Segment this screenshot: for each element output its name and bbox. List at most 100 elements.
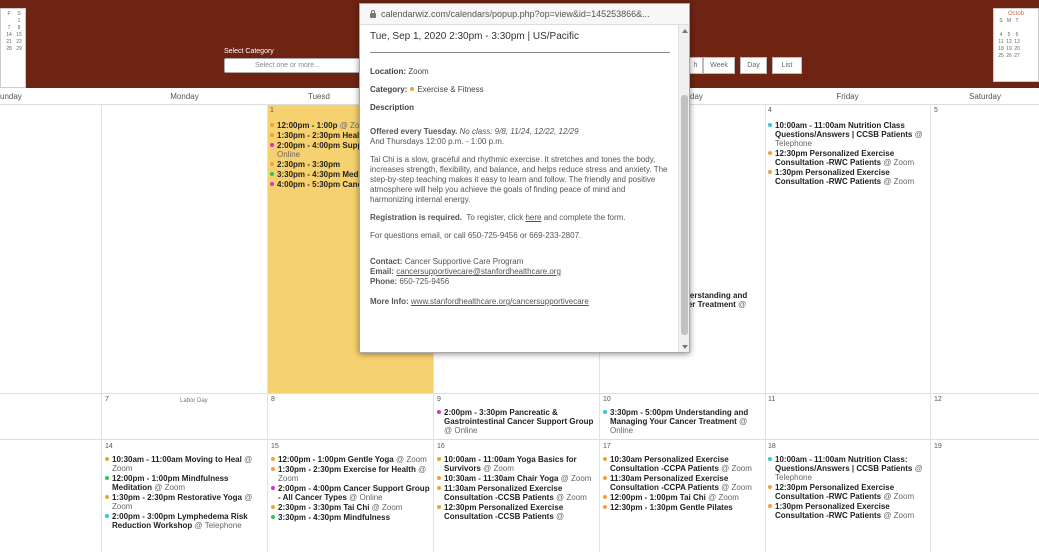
scroll-down-icon[interactable]	[682, 345, 688, 349]
view-week-button[interactable]: Week	[703, 57, 735, 74]
calendar-event[interactable]: 11:30am Personalized Exercise Consultati…	[603, 474, 764, 492]
day-number-wednesday[interactable]: 16	[437, 443, 445, 450]
calendar-event[interactable]: 2:00pm - 3:30pm Pancreatic & Gastrointes…	[437, 408, 597, 435]
calendar-event[interactable]: 3:30pm - 4:30pm Mindfulness	[271, 513, 432, 522]
scroll-up-icon[interactable]	[682, 29, 688, 33]
mini-calendar-day[interactable]: 6	[1013, 32, 1021, 39]
mini-calendar-day[interactable]: 27	[1013, 53, 1021, 60]
day-number-friday[interactable]: 11	[768, 396, 775, 403]
more-info-link[interactable]: www.stanfordhealthcare.org/cancersupport…	[411, 297, 589, 306]
calendar-event[interactable]: 12:00pm - 1:00pm Gentle Yoga @ Zoom	[271, 455, 432, 464]
events-row3-friday: 10:00am - 11:00am Nutrition Class: Quest…	[768, 455, 928, 521]
calendar-event[interactable]: 10:30am - 11:00am Moving to Heal @ Zoom	[105, 455, 266, 473]
mini-calendar-day[interactable]: 7	[4, 25, 14, 32]
calendar-event[interactable]: 10:00am - 11:00am Nutrition Class: Quest…	[768, 455, 928, 482]
view-day-button[interactable]: Day	[740, 57, 767, 74]
category-dot-icon	[768, 123, 772, 127]
calendar-event[interactable]: 12:30pm Personalized Exercise Consultati…	[437, 503, 598, 521]
mini-calendar-day[interactable]: 15	[14, 32, 24, 39]
day-number-saturday[interactable]: 12	[934, 396, 942, 403]
calendar-event[interactable]: 10:30am - 11:30am Chair Yoga @ Zoom	[437, 474, 598, 483]
mini-calendar-day[interactable]: 28	[4, 46, 14, 53]
event-location: @ Zoom	[721, 483, 752, 492]
day-number-friday[interactable]: 4	[768, 107, 772, 114]
mini-calendar-day[interactable]: T	[1013, 18, 1021, 25]
mini-calendar-day[interactable]: 26	[1005, 53, 1013, 60]
calendar-event[interactable]: 10:00am - 11:00am Nutrition Class Questi…	[768, 121, 928, 148]
day-number-wednesday[interactable]: 9	[437, 396, 441, 403]
scroll-thumb[interactable]	[681, 95, 688, 335]
category-dot-icon	[437, 505, 441, 509]
mini-calendar-day[interactable]: 22	[14, 39, 24, 46]
mini-calendar-week: 14 15	[4, 32, 22, 39]
calendar-event[interactable]: 10:30am Personalized Exercise Consultati…	[603, 455, 764, 473]
mini-calendar-day[interactable]: S	[997, 18, 1005, 25]
category-select[interactable]: Select one or more...	[224, 58, 364, 73]
mini-calendar-day[interactable]: 20	[1013, 46, 1021, 53]
event-location: @ Zoom	[556, 493, 587, 502]
mini-calendar-day[interactable]: 1	[14, 18, 24, 25]
mini-calendar-day[interactable]: 4	[997, 32, 1005, 39]
register-link[interactable]: here	[525, 213, 541, 222]
popup-scrollbar[interactable]	[678, 25, 689, 352]
day-divider	[267, 104, 268, 552]
mini-calendar-day[interactable]: 18	[997, 46, 1005, 53]
mini-calendar-day[interactable]: 8	[14, 25, 24, 32]
mini-calendar-day[interactable]: 12	[1005, 39, 1013, 46]
mini-calendar-day[interactable]: 14	[4, 32, 14, 39]
calendar-event[interactable]: 10:00am - 11:00am Yoga Basics for Surviv…	[437, 455, 598, 473]
calendar-event[interactable]: 1:30pm - 2:30pm Exercise for Health @ Zo…	[271, 465, 432, 483]
event-text: 12:30pm - 1:30pm Gentle Pilates	[610, 503, 733, 512]
calendar-event[interactable]: 1:30pm Personalized Exercise Consultatio…	[768, 502, 928, 520]
day-number-saturday[interactable]: 19	[934, 443, 942, 450]
mini-calendar-day[interactable]: S	[14, 11, 24, 18]
calendar-event[interactable]: 1:30pm Personalized Exercise Consultatio…	[768, 168, 928, 186]
mini-calendar-day[interactable]: M	[1005, 18, 1013, 25]
category-dot-icon	[105, 476, 109, 480]
mini-calendar-day[interactable]: 29	[14, 46, 24, 53]
day-number-thursday[interactable]: 17	[603, 443, 611, 450]
day-number-tuesday[interactable]: 15	[271, 443, 279, 450]
calendar-event[interactable]: 2:00pm - 4:00pm Cancer Support Group - A…	[271, 484, 432, 502]
view-list-button[interactable]: List	[772, 57, 802, 74]
event-location: @ Zoom	[708, 493, 739, 502]
calendar-event[interactable]: 12:30pm - 1:30pm Gentle Pilates	[603, 503, 764, 512]
calendar-event[interactable]: 12:00pm - 1:00pm Mindfulness Meditation …	[105, 474, 266, 492]
day-number-tuesday[interactable]: 1	[270, 107, 274, 114]
calendar-event[interactable]: 2:30pm - 3:30pm Tai Chi @ Zoom	[271, 503, 432, 512]
day-divider	[101, 104, 102, 552]
mini-calendar-day[interactable]: F	[4, 11, 14, 18]
questions-note: For questions email, or call 650-725-945…	[370, 231, 582, 240]
day-number-monday[interactable]: 7	[105, 396, 109, 403]
mini-calendar-day[interactable]: 21	[4, 39, 14, 46]
calendar-event[interactable]: 1:30pm - 2:30pm Restorative Yoga @ Zoom	[105, 493, 266, 511]
day-number-friday[interactable]: 18	[768, 443, 776, 450]
weekday-thursday: day	[690, 92, 703, 101]
calendar-event[interactable]: 12:30pm Personalized Exercise Consultati…	[768, 149, 928, 167]
mini-calendar-day[interactable]: 11	[997, 39, 1005, 46]
category-dot-icon	[105, 495, 109, 499]
day-number-thursday[interactable]: 10	[603, 396, 611, 403]
mini-calendar-prev[interactable]: F S 1 7 8 14 15 21 22 28 29	[0, 8, 26, 88]
calendar-event[interactable]: 12:30pm Personalized Exercise Consultati…	[768, 483, 928, 501]
mini-calendar-next[interactable]: Octob S M T 4 5 6 11 12 13 18 19 20 25 26 27	[993, 8, 1039, 82]
day-number-tuesday[interactable]: 8	[271, 396, 275, 403]
calendar-event[interactable]: 2:00pm - 3:00pm Lymphedema Risk Reductio…	[105, 512, 266, 530]
day-number-monday[interactable]: 14	[105, 443, 113, 450]
category-dot-icon	[271, 467, 275, 471]
popup-url: calendarwiz.com/calendars/popup.php?op=v…	[381, 9, 650, 19]
calendar-event[interactable]: 12:00pm - 1:00pm Tai Chi @ Zoom	[603, 493, 764, 502]
calendar-event[interactable]: 11:30am Personalized Exercise Consultati…	[437, 484, 598, 502]
day-number-saturday[interactable]: 5	[934, 107, 938, 114]
event-popup-window[interactable]: calendarwiz.com/calendars/popup.php?op=v…	[359, 3, 690, 353]
mini-calendar-week: 18 19 20	[997, 46, 1035, 53]
mini-calendar-day[interactable]: 19	[1005, 46, 1013, 53]
category-dot-icon	[768, 504, 772, 508]
popup-url-bar[interactable]: calendarwiz.com/calendars/popup.php?op=v…	[360, 4, 689, 25]
calendar-event[interactable]: 3:30pm - 5:00pm Understanding and Managi…	[603, 408, 763, 435]
view-month-button[interactable]: h	[688, 57, 703, 74]
mini-calendar-day[interactable]: 5	[1005, 32, 1013, 39]
mini-calendar-day[interactable]: 13	[1013, 39, 1021, 46]
email-link[interactable]: cancersupportivecare@stanfordhealthcare.…	[396, 267, 561, 276]
mini-calendar-day[interactable]: 25	[997, 53, 1005, 60]
